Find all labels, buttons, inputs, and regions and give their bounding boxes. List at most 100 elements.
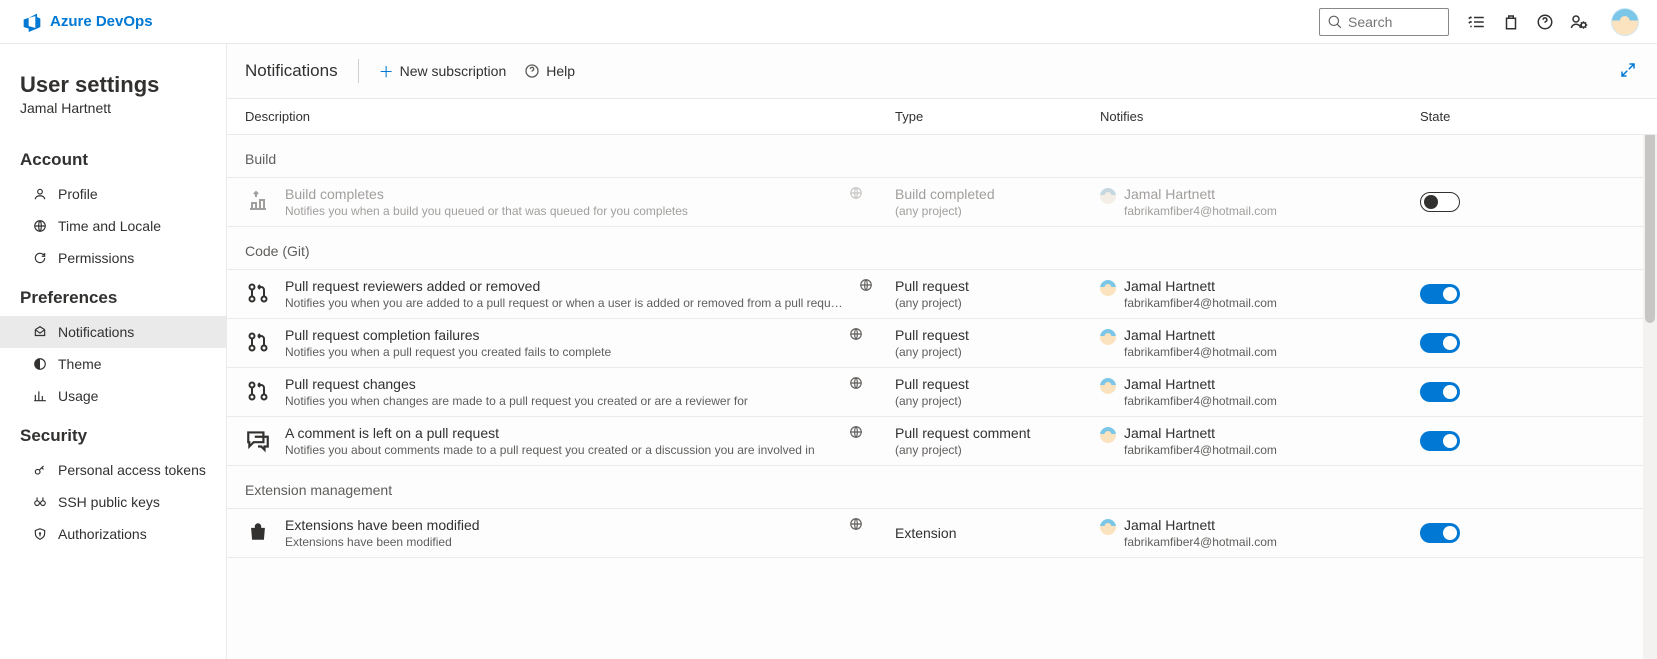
- sidebar-item-label: Profile: [58, 186, 98, 202]
- subscription-row[interactable]: Build completes Notifies you when a buil…: [227, 177, 1657, 227]
- sidebar-item-profile[interactable]: Profile: [0, 178, 226, 210]
- subscription-type: Build completed: [895, 186, 1100, 202]
- sidebar-item-notifications[interactable]: Notifications: [0, 316, 226, 348]
- globe-icon: [849, 425, 865, 441]
- sidebar-item-label: Permissions: [58, 250, 134, 266]
- subscription-row[interactable]: Pull request reviewers added or removed …: [227, 269, 1657, 318]
- notifies-name: Jamal Hartnett: [1124, 327, 1277, 343]
- sidebar-item-ssh[interactable]: SSH public keys: [0, 486, 226, 518]
- bag-icon: [245, 519, 271, 545]
- build-icon: [245, 188, 271, 214]
- sidebar-section-security: Security: [0, 412, 226, 454]
- notifies-avatar: [1100, 378, 1116, 394]
- theme-icon: [32, 356, 48, 372]
- work-items-icon[interactable]: [1467, 12, 1487, 32]
- sidebar-item-label: SSH public keys: [58, 494, 160, 510]
- sidebar-item-label: Usage: [58, 388, 98, 404]
- group-header: Extension management: [227, 466, 1657, 508]
- state-toggle[interactable]: [1420, 192, 1460, 212]
- sidebar-item-authorizations[interactable]: Authorizations: [0, 518, 226, 550]
- sidebar-item-usage[interactable]: Usage: [0, 380, 226, 412]
- subscription-row[interactable]: Extensions have been modified Extensions…: [227, 508, 1657, 558]
- globe-icon: [849, 517, 865, 533]
- state-toggle[interactable]: [1420, 284, 1460, 304]
- globe-icon: [849, 376, 865, 392]
- state-toggle[interactable]: [1420, 333, 1460, 353]
- sidebar-item-theme[interactable]: Theme: [0, 348, 226, 380]
- profile-icon: [32, 186, 48, 202]
- help-icon[interactable]: [1535, 12, 1555, 32]
- page-subtitle: Jamal Hartnett: [0, 98, 226, 136]
- col-state[interactable]: State: [1420, 109, 1639, 124]
- globe-icon: [849, 327, 865, 343]
- pr-icon: [245, 329, 271, 355]
- sidebar-item-pat[interactable]: Personal access tokens: [0, 454, 226, 486]
- sidebar-item-label: Time and Locale: [58, 218, 161, 234]
- notifies-email: fabrikamfiber4@hotmail.com: [1124, 296, 1277, 310]
- col-type[interactable]: Type: [895, 109, 1100, 124]
- help-label: Help: [546, 63, 575, 79]
- table-header: Description Type Notifies State: [227, 99, 1657, 135]
- subscription-subtitle: Notifies you when a pull request you cre…: [285, 345, 611, 359]
- shield-icon: [32, 526, 48, 542]
- fullscreen-button[interactable]: [1619, 61, 1639, 81]
- comment-icon: [245, 427, 271, 453]
- subscription-title: Extensions have been modified: [285, 517, 480, 533]
- subscription-subtitle: Extensions have been modified: [285, 535, 480, 549]
- plus-icon: ＋: [379, 61, 394, 82]
- pr-icon: [245, 378, 271, 404]
- notifies-email: fabrikamfiber4@hotmail.com: [1124, 204, 1277, 218]
- subscription-type-scope: (any project): [895, 443, 1100, 457]
- notifies-avatar: [1100, 427, 1116, 443]
- topbar-icons: [1467, 8, 1639, 36]
- col-description[interactable]: Description: [245, 109, 895, 124]
- subscription-title: Build completes: [285, 186, 688, 202]
- subscription-type-scope: (any project): [895, 345, 1100, 359]
- subscription-type: Pull request: [895, 376, 1100, 392]
- sidebar: User settings Jamal Hartnett Account Pro…: [0, 44, 227, 659]
- notifies-name: Jamal Hartnett: [1124, 425, 1277, 441]
- scrollbar[interactable]: [1643, 99, 1657, 659]
- separator: [358, 59, 359, 83]
- state-toggle[interactable]: [1420, 382, 1460, 402]
- brand[interactable]: Azure DevOps: [22, 12, 153, 32]
- state-toggle[interactable]: [1420, 523, 1460, 543]
- sidebar-section-preferences: Preferences: [0, 274, 226, 316]
- help-button[interactable]: Help: [524, 63, 575, 79]
- new-subscription-label: New subscription: [400, 63, 507, 79]
- globe-icon: [849, 186, 865, 202]
- subscription-title: Pull request changes: [285, 376, 748, 392]
- search-input[interactable]: [1348, 14, 1440, 30]
- page-title: User settings: [0, 72, 226, 98]
- subscriptions-table: Description Type Notifies State Build Bu…: [227, 98, 1657, 659]
- notifies-avatar: [1100, 519, 1116, 535]
- sidebar-item-time-locale[interactable]: Time and Locale: [0, 210, 226, 242]
- content-title: Notifications: [245, 61, 338, 81]
- subscription-row[interactable]: Pull request changes Notifies you when c…: [227, 367, 1657, 416]
- help-circle-icon: [524, 63, 540, 79]
- subscription-row[interactable]: Pull request completion failures Notifie…: [227, 318, 1657, 367]
- notifies-avatar: [1100, 329, 1116, 345]
- current-user-avatar[interactable]: [1611, 8, 1639, 36]
- subscription-row[interactable]: A comment is left on a pull request Noti…: [227, 416, 1657, 466]
- user-settings-icon[interactable]: [1569, 12, 1589, 32]
- subscription-title: A comment is left on a pull request: [285, 425, 815, 441]
- search-box[interactable]: [1319, 8, 1449, 36]
- usage-icon: [32, 388, 48, 404]
- new-subscription-button[interactable]: ＋ New subscription: [379, 61, 507, 82]
- col-notifies[interactable]: Notifies: [1100, 109, 1420, 124]
- subscription-type: Pull request: [895, 327, 1100, 343]
- state-toggle[interactable]: [1420, 431, 1460, 451]
- subscription-subtitle: Notifies you when a build you queued or …: [285, 204, 688, 218]
- notifies-name: Jamal Hartnett: [1124, 278, 1277, 294]
- sidebar-item-permissions[interactable]: Permissions: [0, 242, 226, 274]
- subscription-subtitle: Notifies you when changes are made to a …: [285, 394, 748, 408]
- globe-icon: [859, 278, 875, 294]
- subscription-title: Pull request completion failures: [285, 327, 611, 343]
- notifies-email: fabrikamfiber4@hotmail.com: [1124, 394, 1277, 408]
- subscription-type: Pull request comment: [895, 425, 1100, 441]
- marketplace-icon[interactable]: [1501, 12, 1521, 32]
- sidebar-item-label: Personal access tokens: [58, 462, 206, 478]
- notifies-avatar: [1100, 188, 1116, 204]
- search-icon: [1328, 15, 1342, 29]
